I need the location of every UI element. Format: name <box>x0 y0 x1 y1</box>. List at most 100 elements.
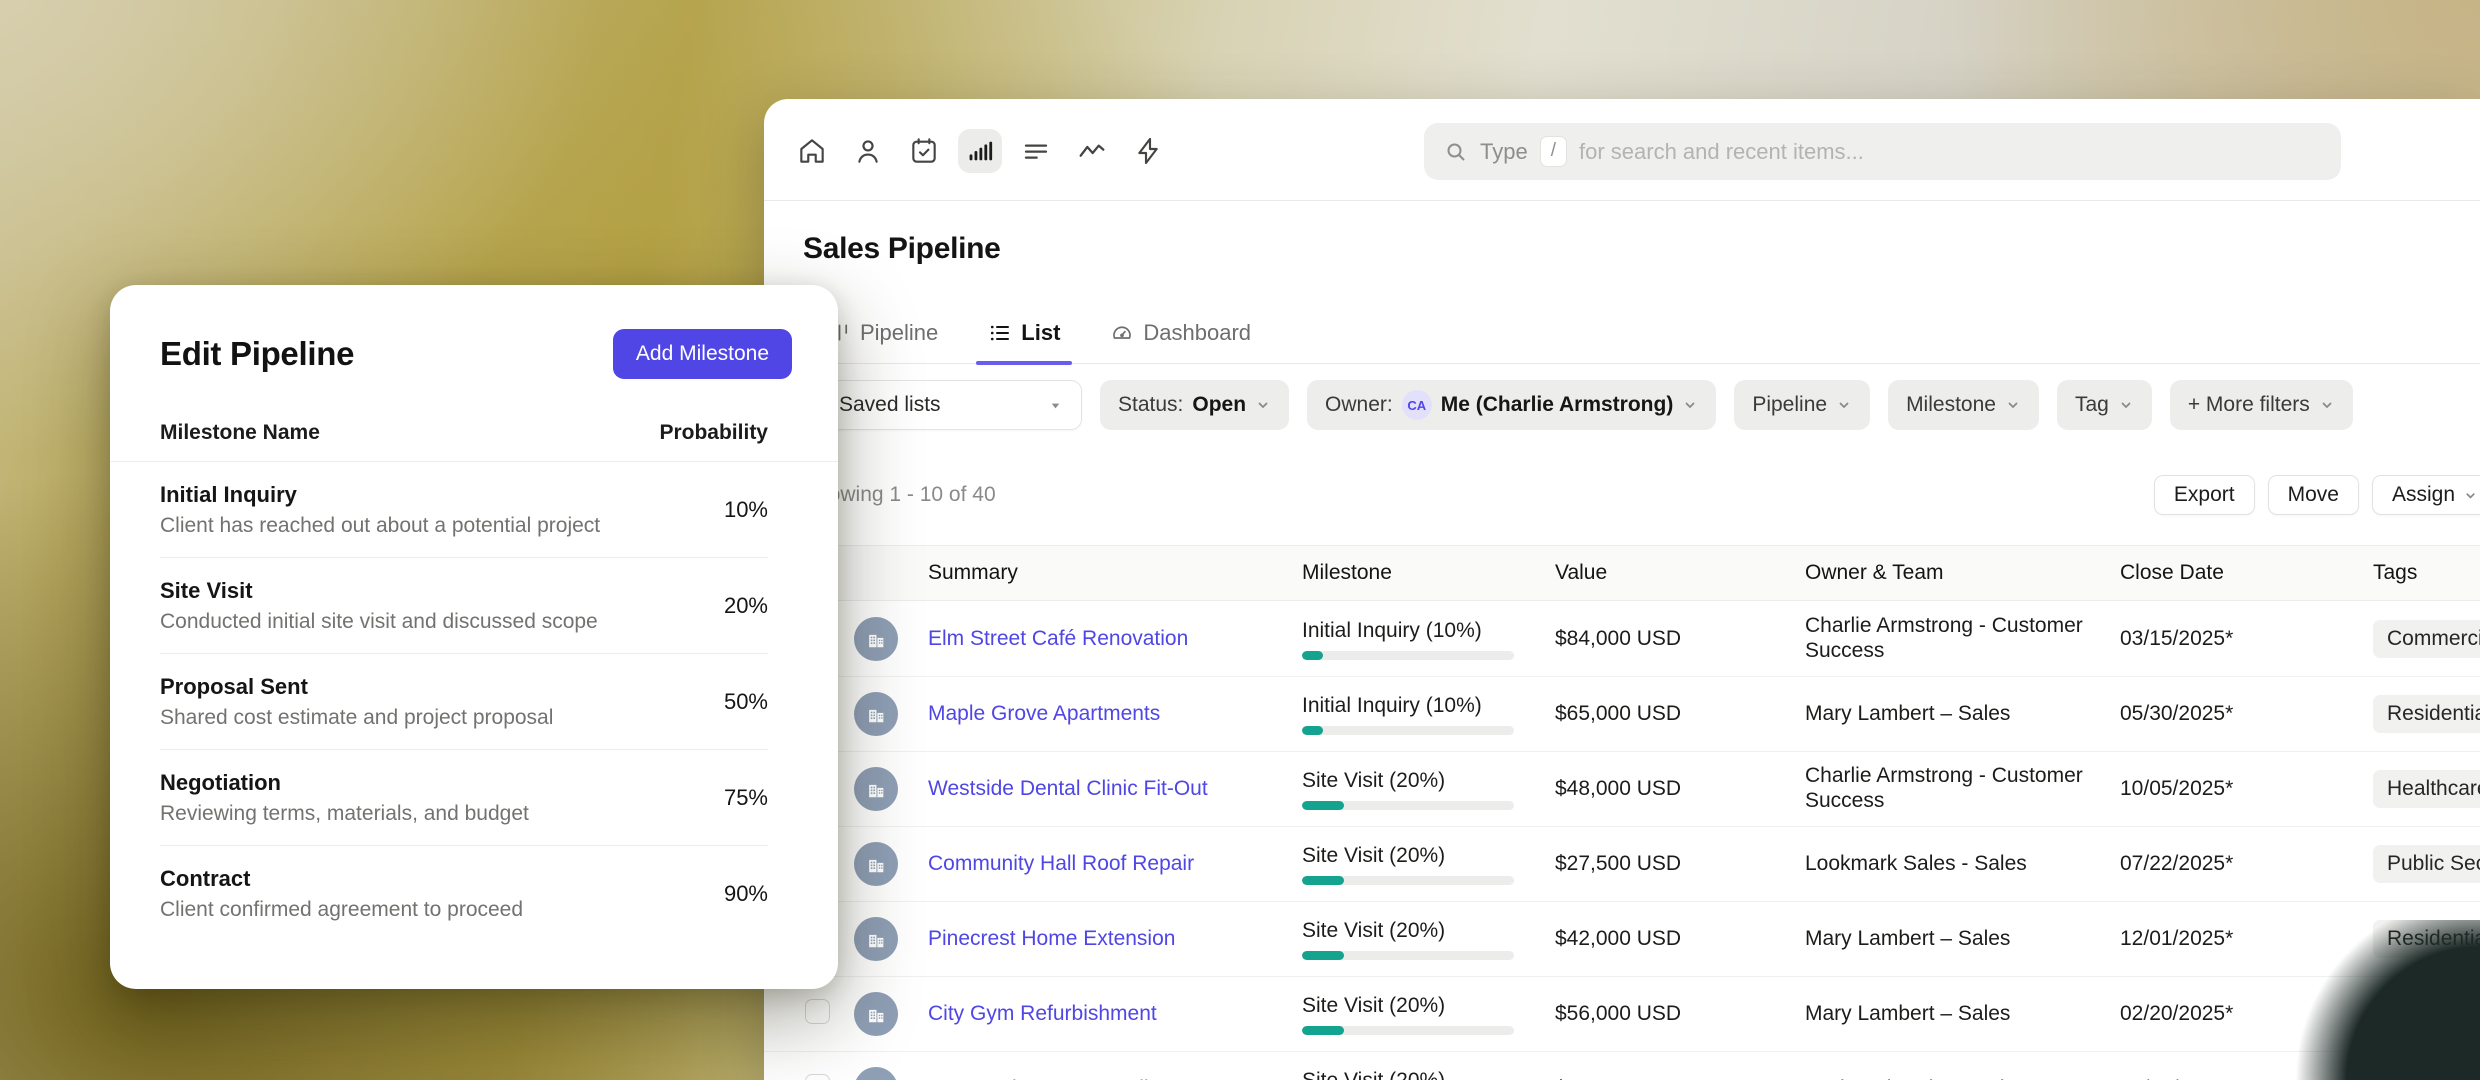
owner-value: Me (Charlie Armstrong) <box>1441 393 1674 417</box>
deal-value: $84,000 USD <box>1555 627 1805 651</box>
tag-pill: Residential <box>2373 920 2480 958</box>
milestone-name-header: Milestone Name <box>160 421 320 445</box>
table-row[interactable]: Westside Dental Clinic Fit-Out Site Visi… <box>764 752 2480 827</box>
milestone-row[interactable]: Proposal Sent Shared cost estimate and p… <box>160 654 768 750</box>
deal-link[interactable]: Maple Grove Apartments <box>928 702 1160 725</box>
milestone-label: Milestone <box>1906 393 1996 417</box>
export-button[interactable]: Export <box>2154 475 2255 515</box>
milestone-description: Shared cost estimate and project proposa… <box>160 706 553 730</box>
tag-pill: Commercial <box>2373 620 2480 658</box>
deal-link[interactable]: Elm Street Café Renovation <box>928 627 1188 650</box>
milestone-progress-bar <box>1302 876 1514 885</box>
rows-icon[interactable] <box>1014 129 1058 173</box>
lightning-icon[interactable] <box>1126 129 1170 173</box>
row-checkbox[interactable] <box>805 999 830 1024</box>
filter-milestone[interactable]: Milestone <box>1888 380 2039 430</box>
page-title: Sales Pipeline <box>803 232 1001 266</box>
milestone-row[interactable]: Site Visit Conducted initial site visit … <box>160 558 768 654</box>
tags-cell: Residential <box>2373 920 2480 958</box>
gauge-icon <box>1110 321 1134 345</box>
saved-lists-select[interactable]: Saved lists <box>820 380 1082 430</box>
filter-owner[interactable]: Owner: CA Me (Charlie Armstrong) <box>1307 380 1716 430</box>
tags-cell: RetailOffice <box>2373 1070 2480 1080</box>
chevron-down-icon <box>2319 397 2335 413</box>
home-icon[interactable] <box>790 129 834 173</box>
milestone-row[interactable]: Negotiation Reviewing terms, materials, … <box>160 750 768 846</box>
assign-label: Assign <box>2392 483 2455 507</box>
filter-pipeline[interactable]: Pipeline <box>1734 380 1870 430</box>
search-icon <box>1444 140 1468 164</box>
more-filters-label: + More filters <box>2188 393 2310 417</box>
owner-team: Mary Lambert – Sales <box>1805 927 2120 952</box>
milestone-description: Reviewing terms, materials, and budget <box>160 802 529 826</box>
col-tags: Tags <box>2373 561 2480 585</box>
table-row[interactable]: Pinecrest Home Extension Site Visit (20%… <box>764 902 2480 977</box>
col-close-date: Close Date <box>2120 561 2373 585</box>
profile-icon[interactable] <box>846 129 890 173</box>
row-checkbox[interactable] <box>805 1074 830 1080</box>
buildings-icon <box>865 928 887 950</box>
deal-link[interactable]: Westside Dental Clinic Fit-Out <box>928 777 1208 800</box>
milestone-description: Conducted initial site visit and discuss… <box>160 610 598 634</box>
assign-button[interactable]: Assign <box>2372 475 2480 515</box>
deal-link[interactable]: City Gym Refurbishment <box>928 1002 1157 1025</box>
dropdown-arrow-icon <box>1048 398 1063 413</box>
owner-team: Charlie Armstrong - Customer Success <box>1805 614 2120 664</box>
owner-team: Mary Lambert – Sales <box>1805 702 2120 727</box>
deal-value: $56,000 USD <box>1555 1002 1805 1026</box>
chevron-down-icon <box>1682 397 1698 413</box>
company-avatar <box>854 917 898 961</box>
status-label: Status: <box>1118 393 1183 417</box>
filters-row: Saved lists Status: Open Owner: CA Me (C… <box>820 380 2353 430</box>
milestone-progress-bar <box>1302 801 1514 810</box>
calendar-check-icon[interactable] <box>902 129 946 173</box>
list-icon <box>988 321 1012 345</box>
table-row[interactable]: Community Hall Roof Repair Site Visit (2… <box>764 827 2480 902</box>
deal-value: $65,000 USD <box>1555 702 1805 726</box>
milestone-row[interactable]: Contract Client confirmed agreement to p… <box>160 846 768 942</box>
tag-pill: Residential <box>2373 695 2480 733</box>
milestone-row[interactable]: Initial Inquiry Client has reached out a… <box>160 462 768 558</box>
tab-dashboard[interactable]: Dashboard <box>1098 302 1263 364</box>
more-filters-button[interactable]: + More filters <box>2170 380 2353 430</box>
table-row[interactable]: Maple Grove Apartments Initial Inquiry (… <box>764 677 2480 752</box>
milestone-description: Client confirmed agreement to proceed <box>160 898 523 922</box>
bar-chart-icon[interactable] <box>958 129 1002 173</box>
milestone-probability: 20% <box>724 593 768 619</box>
col-owner-team: Owner & Team <box>1805 561 2120 585</box>
buildings-icon <box>865 853 887 875</box>
toolbar-divider <box>764 200 2480 201</box>
pipeline-label: Pipeline <box>1752 393 1827 417</box>
tab-dashboard-label: Dashboard <box>1143 320 1251 346</box>
milestone-name: Negotiation <box>160 770 529 796</box>
tags-cell: Residential <box>2373 695 2480 733</box>
trend-icon[interactable] <box>1070 129 1114 173</box>
deal-value: $48,000 USD <box>1555 777 1805 801</box>
table-row[interactable]: New Market Sports Hall Site Visit (20%) … <box>764 1052 2480 1080</box>
close-date: 10/05/2025* <box>2120 777 2373 801</box>
list-actions: Export Move Assign <box>2154 475 2480 515</box>
tags-cell: Commercial <box>2373 620 2480 658</box>
filter-status[interactable]: Status: Open <box>1100 380 1289 430</box>
chevron-down-icon <box>1255 397 1271 413</box>
deal-value: $27,500 USD <box>1555 852 1805 876</box>
move-button[interactable]: Move <box>2268 475 2359 515</box>
tags-cell: Healthcare <box>2373 770 2480 808</box>
tab-list[interactable]: List <box>976 302 1072 364</box>
search-input[interactable]: Type / for search and recent items... <box>1424 123 2341 180</box>
deal-link[interactable]: Pinecrest Home Extension <box>928 927 1175 950</box>
tab-list-label: List <box>1021 320 1060 346</box>
add-milestone-button[interactable]: Add Milestone <box>613 329 792 379</box>
milestone-probability: 90% <box>724 881 768 907</box>
owner-team: Mary Lambert – Sales <box>1805 1002 2120 1027</box>
table-row[interactable]: Elm Street Café Renovation Initial Inqui… <box>764 602 2480 677</box>
tag-label: Tag <box>2075 393 2109 417</box>
deal-link[interactable]: Community Hall Roof Repair <box>928 852 1194 875</box>
edit-pipeline-modal: Edit Pipeline Add Milestone Milestone Na… <box>110 285 838 989</box>
table-row[interactable]: City Gym Refurbishment Site Visit (20%) … <box>764 977 2480 1052</box>
milestone-description: Client has reached out about a potential… <box>160 514 600 538</box>
slash-key-badge: / <box>1540 136 1567 167</box>
filter-tag[interactable]: Tag <box>2057 380 2152 430</box>
owner-team: Charlie Armstrong - Customer Success <box>1805 764 2120 814</box>
close-date: 05/30/2025* <box>2120 702 2373 726</box>
